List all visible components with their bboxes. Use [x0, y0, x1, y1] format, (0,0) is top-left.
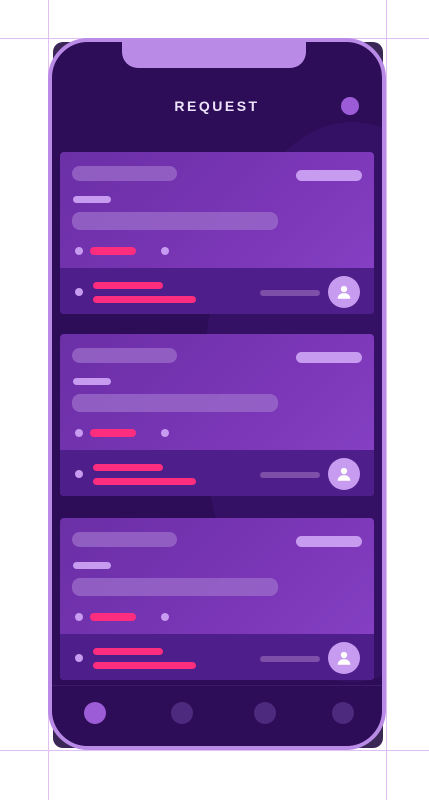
meta-placeholder	[260, 656, 320, 662]
nav-dot-icon-3[interactable]	[254, 702, 276, 724]
request-card[interactable]	[60, 334, 374, 496]
nav-dot-icon-4[interactable]	[332, 702, 354, 724]
title-placeholder	[72, 348, 177, 363]
phone-frame: REQUEST	[48, 38, 386, 750]
bullet-icon	[75, 470, 83, 478]
status-badge-placeholder	[296, 170, 362, 181]
label-placeholder	[73, 378, 111, 385]
guide-line-right	[386, 0, 387, 800]
description-placeholder	[72, 578, 278, 596]
bullet-icon	[75, 654, 83, 662]
card-footer	[60, 268, 374, 314]
bullet-icon	[161, 429, 169, 437]
status-badge-placeholder	[296, 352, 362, 363]
nav-home-dot-icon[interactable]	[84, 702, 106, 724]
bullet-icon	[161, 613, 169, 621]
request-card[interactable]	[60, 152, 374, 314]
highlight-placeholder	[90, 247, 136, 255]
description-placeholder	[72, 394, 278, 412]
bullet-icon	[75, 613, 83, 621]
title-placeholder	[72, 532, 177, 547]
bullet-icon	[75, 288, 83, 296]
label-placeholder	[73, 196, 111, 203]
avatar[interactable]	[328, 458, 360, 490]
meta-placeholder	[260, 290, 320, 296]
bottom-navigation	[52, 685, 382, 746]
menu-dot-button[interactable]	[341, 97, 359, 115]
highlight-placeholder	[93, 464, 163, 471]
card-footer	[60, 450, 374, 496]
phone-notch	[122, 42, 306, 68]
user-icon	[337, 467, 351, 481]
page-title: REQUEST	[174, 98, 260, 114]
label-placeholder	[73, 562, 111, 569]
highlight-placeholder	[93, 648, 163, 655]
highlight-placeholder	[90, 613, 136, 621]
highlight-placeholder	[93, 296, 196, 303]
request-card[interactable]	[60, 518, 374, 680]
card-footer	[60, 634, 374, 680]
bullet-icon	[75, 429, 83, 437]
avatar[interactable]	[328, 276, 360, 308]
user-icon	[337, 285, 351, 299]
title-placeholder	[72, 166, 177, 181]
highlight-placeholder	[90, 429, 136, 437]
bullet-icon	[75, 247, 83, 255]
avatar[interactable]	[328, 642, 360, 674]
highlight-placeholder	[93, 478, 196, 485]
guide-line-bottom	[0, 750, 429, 751]
description-placeholder	[72, 212, 278, 230]
nav-dot-icon-2[interactable]	[171, 702, 193, 724]
status-badge-placeholder	[296, 536, 362, 547]
highlight-placeholder	[93, 282, 163, 289]
user-icon	[337, 651, 351, 665]
highlight-placeholder	[93, 662, 196, 669]
bullet-icon	[161, 247, 169, 255]
meta-placeholder	[260, 472, 320, 478]
